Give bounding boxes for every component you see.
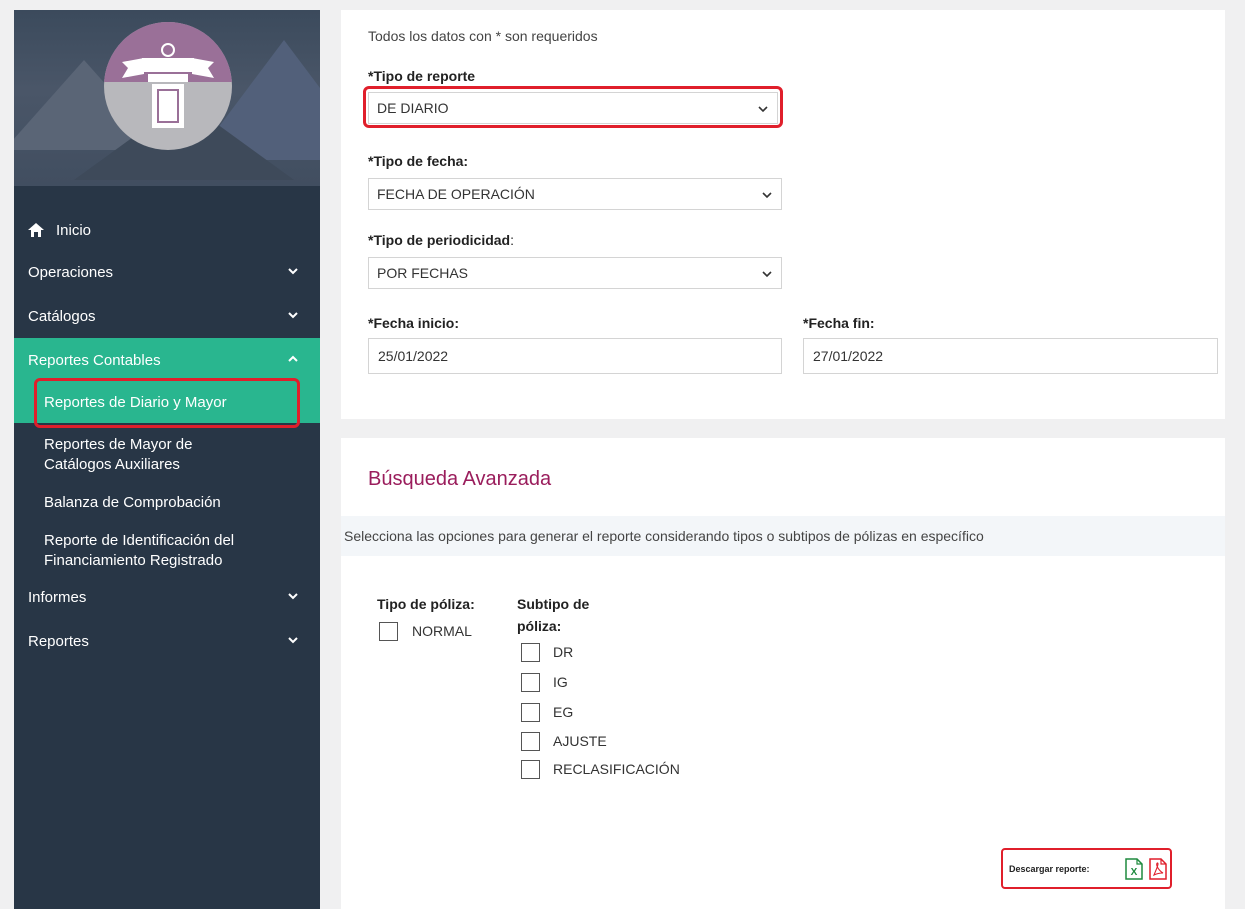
- checkbox-normal[interactable]: [379, 622, 398, 641]
- chevron-down-icon: [762, 192, 772, 199]
- subitem-label: Balanza de Comprobación: [44, 494, 221, 511]
- download-label: Descargar reporte:: [1009, 863, 1090, 874]
- sidebar-item-label: Informes: [28, 588, 87, 606]
- chevron-down-icon: [288, 637, 298, 644]
- tipo-periodicidad-label-text: *Tipo de periodicidad: [368, 232, 511, 248]
- chevron-down-icon: [288, 268, 298, 275]
- tipo-fecha-select[interactable]: FECHA DE OPERACIÓN: [368, 178, 782, 210]
- home-icon: [28, 223, 44, 237]
- required-note: Todos los datos con * son requeridos: [368, 28, 598, 44]
- excel-file-icon[interactable]: X: [1125, 858, 1143, 880]
- chevron-down-icon: [762, 271, 772, 278]
- chevron-up-icon: [288, 355, 298, 362]
- tipo-reporte-label: *Tipo de reporte: [368, 68, 476, 84]
- sidebar-item-label: Catálogos: [28, 307, 96, 325]
- subitem-label-line1: Reporte de Identificación del: [44, 532, 235, 549]
- subitem-label-line2: Catálogos Auxiliares: [44, 456, 180, 473]
- sidebar-item-label: Reportes Contables: [28, 351, 161, 369]
- checkbox-label: RECLASIFICACIÓN: [553, 761, 680, 777]
- excel-glyph: X: [1131, 867, 1138, 878]
- fecha-inicio-input[interactable]: 25/01/2022: [368, 338, 782, 374]
- report-form-panel: Todos los datos con * son requeridos *Ti…: [341, 10, 1225, 419]
- chevron-down-icon: [288, 593, 298, 600]
- checkbox-ajuste[interactable]: [521, 732, 540, 751]
- highlight-box: [34, 378, 300, 428]
- highlight-box: [363, 86, 783, 128]
- checkbox-label: IG: [553, 674, 568, 690]
- subitem-reporte-identificacion[interactable]: Reporte de Identificación del Financiami…: [14, 513, 320, 571]
- subitem-reportes-mayor-catalogos[interactable]: Reportes de Mayor de Catálogos Auxiliare…: [14, 423, 320, 475]
- checkbox-reclasificacion[interactable]: [521, 760, 540, 779]
- checkbox-label: DR: [553, 644, 574, 660]
- tipo-fecha-value: FECHA DE OPERACIÓN: [377, 186, 535, 202]
- sidebar-item-label: Operaciones: [28, 263, 114, 281]
- checkbox-eg[interactable]: [521, 703, 540, 722]
- fecha-inicio-value: 25/01/2022: [378, 348, 449, 364]
- tipo-fecha-label: *Tipo de fecha:: [368, 153, 469, 169]
- checkbox-ig[interactable]: [521, 673, 540, 692]
- pdf-file-icon[interactable]: [1149, 858, 1167, 880]
- logo: [104, 22, 232, 150]
- fecha-fin-value: 27/01/2022: [813, 348, 884, 364]
- sidebar-banner: [14, 10, 320, 186]
- subitem-label-line2: Financiamiento Registrado: [44, 552, 223, 569]
- sidebar-item-label: Reportes: [28, 632, 89, 650]
- sidebar-menu: Inicio Operaciones Catálogos Reportes Co…: [14, 210, 320, 663]
- subtipo-label-line2: póliza:: [517, 618, 562, 634]
- tipo-periodicidad-label: *Tipo de periodicidad:: [368, 232, 514, 248]
- fecha-fin-label: *Fecha fin:: [803, 315, 875, 331]
- fecha-fin-input[interactable]: 27/01/2022: [803, 338, 1218, 374]
- checkbox-dr[interactable]: [521, 643, 540, 662]
- advanced-search-title: Búsqueda Avanzada: [368, 468, 552, 490]
- tipo-poliza-label: Tipo de póliza:: [377, 596, 475, 612]
- checkbox-label: AJUSTE: [553, 733, 607, 749]
- tipo-periodicidad-select[interactable]: POR FECHAS: [368, 257, 782, 289]
- fecha-inicio-label: *Fecha inicio:: [368, 315, 460, 331]
- subitem-balanza-comprobacion[interactable]: Balanza de Comprobación: [14, 475, 320, 513]
- advanced-search-panel: Búsqueda Avanzada Selecciona las opcione…: [341, 438, 1225, 909]
- sidebar: Inicio Operaciones Catálogos Reportes Co…: [14, 10, 320, 909]
- tipo-periodicidad-label-suffix: :: [510, 232, 514, 248]
- tipo-periodicidad-value: POR FECHAS: [377, 265, 469, 281]
- sidebar-item-reportes-contables[interactable]: Reportes Contables: [14, 338, 320, 382]
- sidebar-item-operaciones[interactable]: Operaciones: [14, 250, 320, 294]
- checkbox-label: EG: [553, 704, 574, 720]
- advanced-search-description: Selecciona las opciones para generar el …: [341, 516, 1225, 556]
- sidebar-item-label: Inicio: [56, 221, 92, 239]
- subtipo-label-line1: Subtipo de: [517, 596, 590, 612]
- subitem-label-line1: Reportes de Mayor de: [44, 436, 193, 453]
- sidebar-item-inicio[interactable]: Inicio: [14, 210, 320, 250]
- download-report: Descargar reporte: X: [1001, 848, 1172, 889]
- chevron-down-icon: [288, 312, 298, 319]
- sidebar-item-catalogos[interactable]: Catálogos: [14, 294, 320, 338]
- sidebar-item-reportes[interactable]: Reportes: [14, 619, 320, 663]
- sidebar-item-informes[interactable]: Informes: [14, 575, 320, 619]
- checkbox-label: NORMAL: [412, 623, 472, 639]
